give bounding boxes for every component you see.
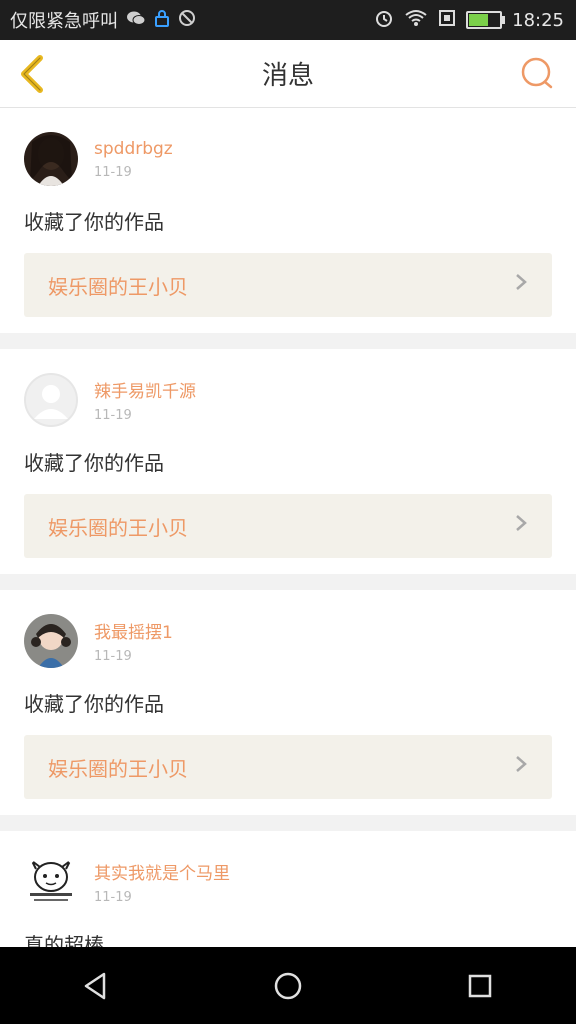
- message-date: 11-19: [94, 164, 132, 180]
- message-text: 收藏了你的作品: [24, 451, 164, 475]
- nav-recents-button[interactable]: [450, 956, 510, 1016]
- user-name[interactable]: 其实我就是个马里: [94, 859, 230, 884]
- search-icon: [521, 57, 553, 89]
- alarm-icon: [374, 8, 394, 33]
- avatar[interactable]: [24, 614, 78, 668]
- nav-back-button[interactable]: [66, 956, 126, 1016]
- user-name[interactable]: 辣手易凯千源: [94, 377, 196, 402]
- chevron-right-icon: [514, 513, 528, 539]
- message-item[interactable]: 其实我就是个马里 11-19 真的超棒: [0, 831, 576, 947]
- message-date: 11-19: [94, 649, 132, 664]
- user-name[interactable]: 我最摇摆1: [94, 618, 173, 643]
- status-bar: 仅限紧急呼叫 18:25: [0, 0, 576, 40]
- system-navigation-bar: [0, 947, 576, 1024]
- sim-icon: [438, 9, 456, 32]
- wechat-icon: [126, 10, 146, 31]
- lock-icon: [154, 9, 170, 32]
- clock: 18:25: [512, 9, 564, 31]
- message-date: 11-19: [94, 408, 132, 423]
- wifi-icon: [404, 9, 428, 32]
- triangle-back-icon: [84, 972, 106, 999]
- message-text: 收藏了你的作品: [24, 210, 164, 234]
- chevron-right-icon: [514, 272, 528, 298]
- search-button[interactable]: [520, 56, 554, 90]
- work-link[interactable]: 娱乐圈的王小贝: [24, 735, 552, 799]
- page-title: 消息: [261, 61, 314, 91]
- battery-level-fill: [469, 14, 489, 26]
- avatar[interactable]: [24, 132, 78, 186]
- message-item[interactable]: 辣手易凯千源 11-19 收藏了你的作品 娱乐圈的王小贝: [0, 349, 576, 574]
- message-item[interactable]: spddrbgz 11-19 收藏了你的作品 娱乐圈的王小贝: [0, 108, 576, 333]
- blocked-icon: [178, 9, 196, 32]
- work-title: 娱乐圈的王小贝: [48, 756, 188, 781]
- square-recents-icon: [468, 974, 492, 997]
- circle-home-icon: [274, 972, 302, 999]
- message-date: 11-19: [94, 890, 132, 905]
- message-list: spddrbgz 11-19 收藏了你的作品 娱乐圈的王小贝 辣手易凯千源 11…: [0, 108, 576, 947]
- work-link[interactable]: 娱乐圈的王小贝: [24, 494, 552, 558]
- nav-home-button[interactable]: [258, 956, 318, 1016]
- emergency-call-text: 仅限紧急呼叫: [10, 11, 118, 32]
- app-bar: 消息: [0, 40, 576, 108]
- message-text: 真的超棒: [24, 933, 104, 947]
- work-title: 娱乐圈的王小贝: [48, 515, 188, 540]
- message-text: 收藏了你的作品: [24, 692, 164, 716]
- chevron-right-icon: [514, 754, 528, 780]
- back-button[interactable]: [14, 52, 54, 96]
- battery-icon: [466, 11, 506, 29]
- chevron-left-icon: [21, 55, 43, 93]
- avatar[interactable]: [24, 373, 78, 427]
- user-name[interactable]: spddrbgz: [94, 139, 173, 159]
- avatar[interactable]: [24, 855, 78, 909]
- message-item[interactable]: 我最摇摆1 11-19 收藏了你的作品 娱乐圈的王小贝: [0, 590, 576, 815]
- work-link[interactable]: 娱乐圈的王小贝: [24, 253, 552, 317]
- work-title: 娱乐圈的王小贝: [48, 274, 188, 299]
